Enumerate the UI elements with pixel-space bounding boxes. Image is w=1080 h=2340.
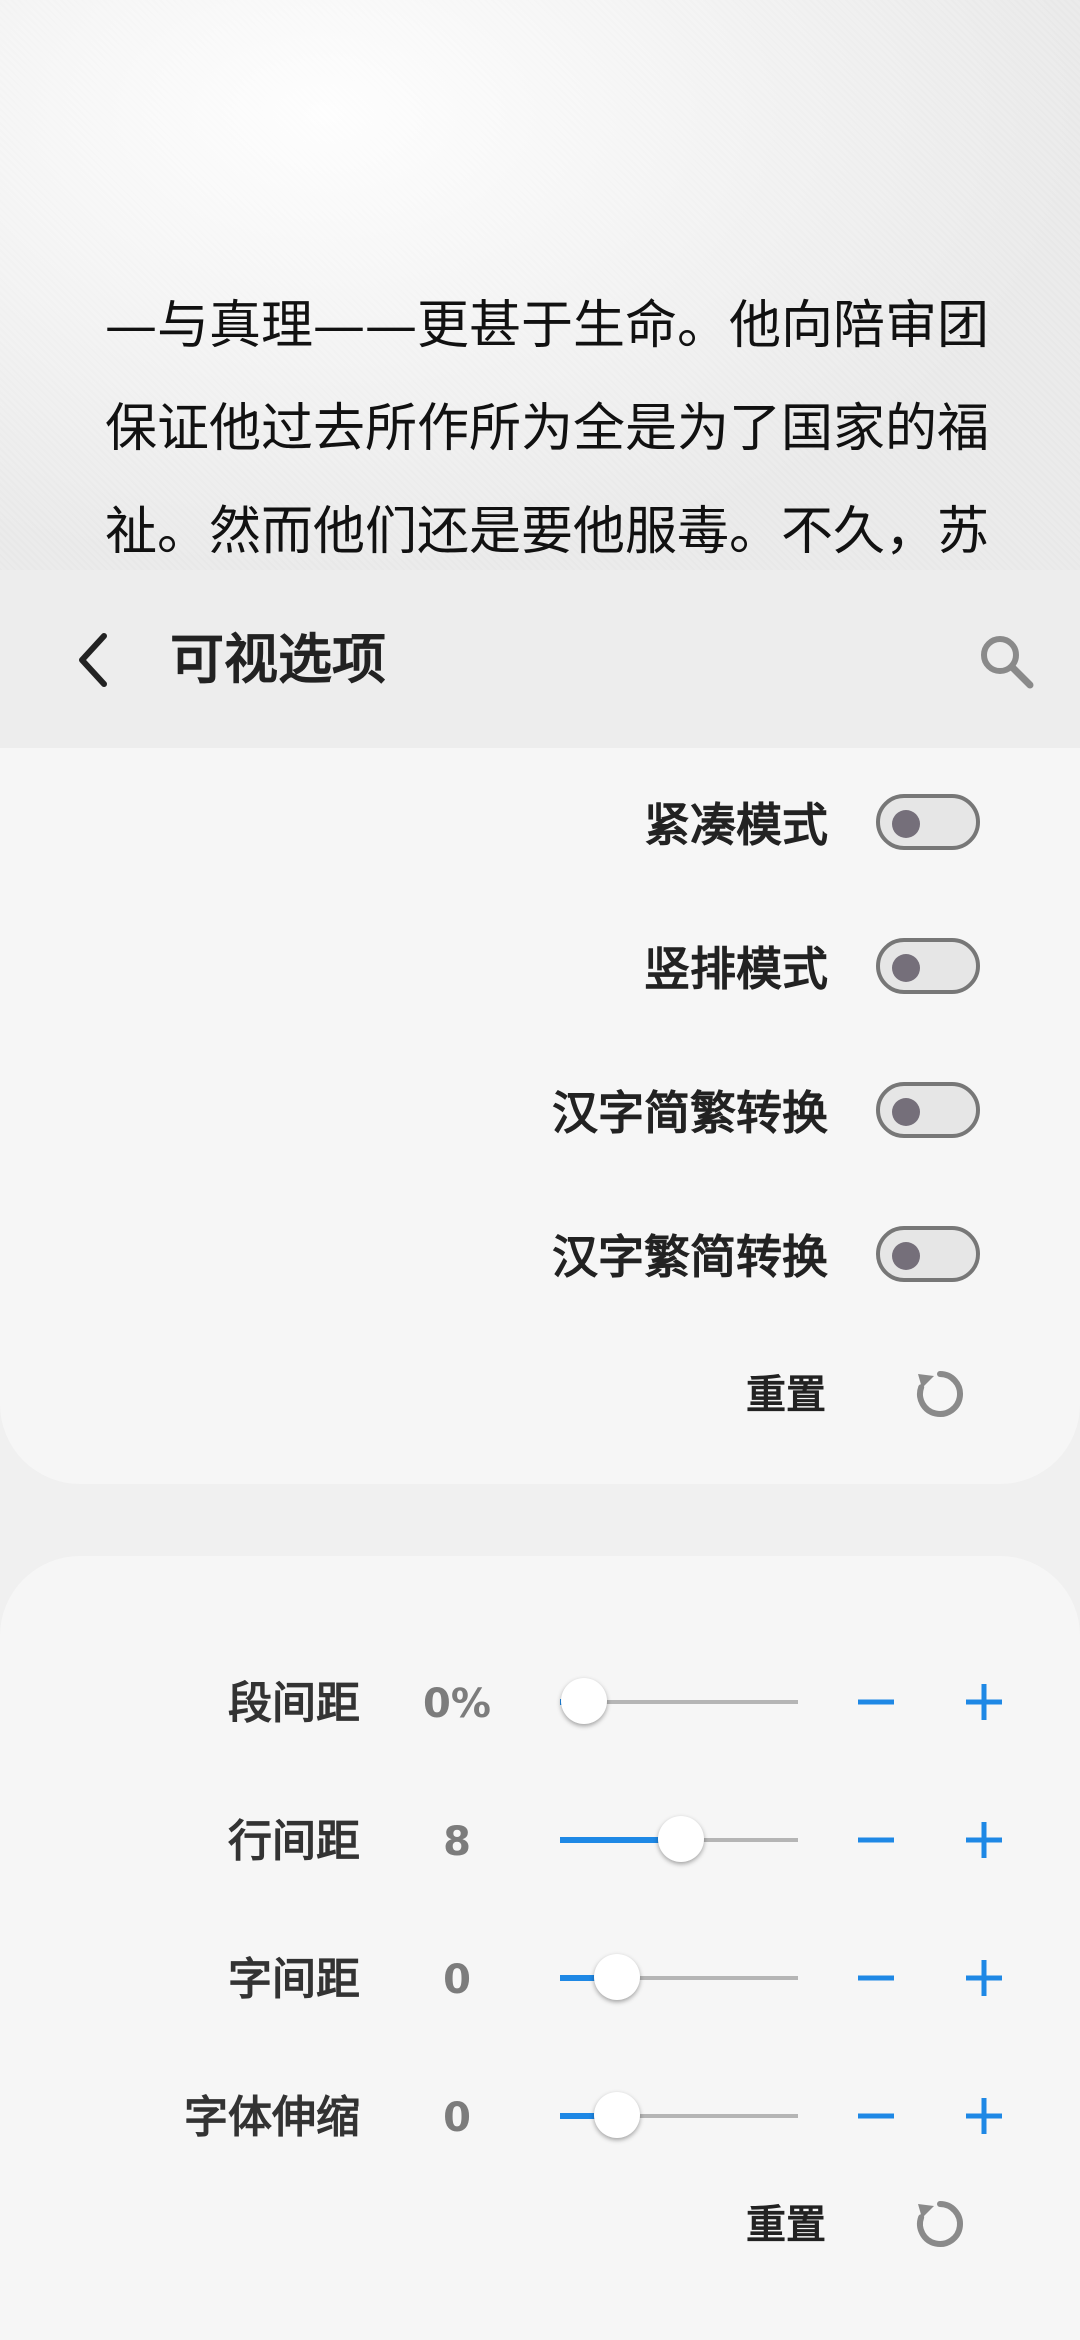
page-title: 可视选项 (170, 628, 386, 691)
toggle-label: 汉字繁简转换 (552, 1230, 828, 1284)
slider-label: 字间距 (228, 1954, 360, 2005)
slider-thumb[interactable] (658, 1816, 705, 1862)
reset-icon (917, 2201, 963, 2247)
switch-knob (892, 954, 920, 982)
plus-icon (966, 2098, 1002, 2134)
slider-label: 行间距 (228, 1816, 360, 1867)
toggle-row-simp-to-trad[interactable]: 汉字简繁转换 (0, 1068, 1080, 1158)
plus-icon (966, 1960, 1002, 1996)
toggle-row-compact[interactable]: 紧凑模式 (0, 780, 1080, 870)
reset-button[interactable] (908, 2192, 972, 2256)
toggle-label: 竖排模式 (644, 942, 828, 996)
paragraph-spacing-decrease-button[interactable] (844, 1670, 908, 1734)
letter-spacing-decrease-button[interactable] (844, 1946, 908, 2010)
minus-icon (858, 1975, 894, 1981)
line-spacing-increase-button[interactable] (952, 1808, 1016, 1872)
reset-button-label[interactable]: 重置 (746, 1370, 826, 1420)
reset-button-label[interactable]: 重置 (746, 2200, 826, 2250)
paragraph-spacing-slider[interactable] (560, 1678, 798, 1724)
toggle-row-trad-to-simp[interactable]: 汉字繁简转换 (0, 1212, 1080, 1302)
slider-value: 0% (423, 1681, 491, 1727)
traditional-to-simplified-switch[interactable] (876, 1226, 980, 1282)
minus-icon (858, 2113, 894, 2119)
compact-mode-switch[interactable] (876, 794, 980, 850)
switch-knob (892, 1098, 920, 1126)
reading-line: 保证他过去所作所为全是为了国家的福 (105, 399, 990, 459)
back-button[interactable] (56, 622, 132, 698)
minus-icon (858, 1837, 894, 1843)
chevron-left-icon (79, 633, 107, 687)
slider-thumb[interactable] (594, 2092, 641, 2138)
reading-line: 祉。然而他们还是要他服毒。不久，苏 (105, 502, 990, 562)
slider-value: 8 (443, 1819, 471, 1865)
line-spacing-slider[interactable] (560, 1816, 798, 1862)
display-mode-card: 紧凑模式 竖排模式 汉字简繁转换 汉字繁简转换 重置 (0, 748, 1080, 1484)
vertical-mode-switch[interactable] (876, 938, 980, 994)
reading-line: —与真理——更甚于生命。他向陪审团 (105, 296, 990, 356)
search-icon (981, 636, 1034, 689)
font-scale-increase-button[interactable] (952, 2084, 1016, 2148)
slider-row-line-spacing: 行间距 8 (0, 1792, 1080, 1892)
reading-page: —与真理——更甚于生命。他向陪审团 保证他过去所作所为全是为了国家的福 祉。然而… (0, 0, 1080, 570)
slider-thumb[interactable] (560, 1678, 607, 1724)
slider-thumb[interactable] (594, 1954, 641, 2000)
slider-value: 0 (443, 2095, 471, 2141)
switch-knob (892, 1242, 920, 1270)
slider-label: 字体伸缩 (184, 2092, 360, 2143)
toggle-label: 汉字简繁转换 (552, 1086, 828, 1140)
font-scale-slider[interactable] (560, 2092, 798, 2138)
spacing-card: 段间距 0% 行间距 8 字间距 0 字体伸缩 0 重置 (0, 1556, 1080, 2340)
reset-row[interactable]: 重置 (0, 1348, 1080, 1438)
slider-label: 段间距 (228, 1678, 360, 1729)
slider-row-font-scale: 字体伸缩 0 (0, 2068, 1080, 2168)
font-scale-decrease-button[interactable] (844, 2084, 908, 2148)
paragraph-spacing-increase-button[interactable] (952, 1670, 1016, 1734)
toggle-label: 紧凑模式 (644, 798, 828, 852)
reset-button[interactable] (908, 1362, 972, 1426)
reset-row[interactable]: 重置 (0, 2178, 1080, 2268)
plus-icon (966, 1822, 1002, 1858)
slider-row-letter-spacing: 字间距 0 (0, 1930, 1080, 2030)
letter-spacing-increase-button[interactable] (952, 1946, 1016, 2010)
simplified-to-traditional-switch[interactable] (876, 1082, 980, 1138)
options-header: 可视选项 (0, 570, 1080, 748)
slider-row-paragraph-spacing: 段间距 0% (0, 1654, 1080, 1754)
toggle-row-vertical[interactable]: 竖排模式 (0, 924, 1080, 1014)
plus-icon (966, 1684, 1002, 1720)
letter-spacing-slider[interactable] (560, 1954, 798, 2000)
reset-icon (917, 1371, 963, 1417)
switch-knob (892, 810, 920, 838)
reading-text: —与真理——更甚于生命。他向陪审团 保证他过去所作所为全是为了国家的福 祉。然而… (105, 275, 990, 584)
slider-value: 0 (443, 1957, 471, 2003)
search-button[interactable] (970, 625, 1042, 697)
line-spacing-decrease-button[interactable] (844, 1808, 908, 1872)
minus-icon (858, 1699, 894, 1705)
